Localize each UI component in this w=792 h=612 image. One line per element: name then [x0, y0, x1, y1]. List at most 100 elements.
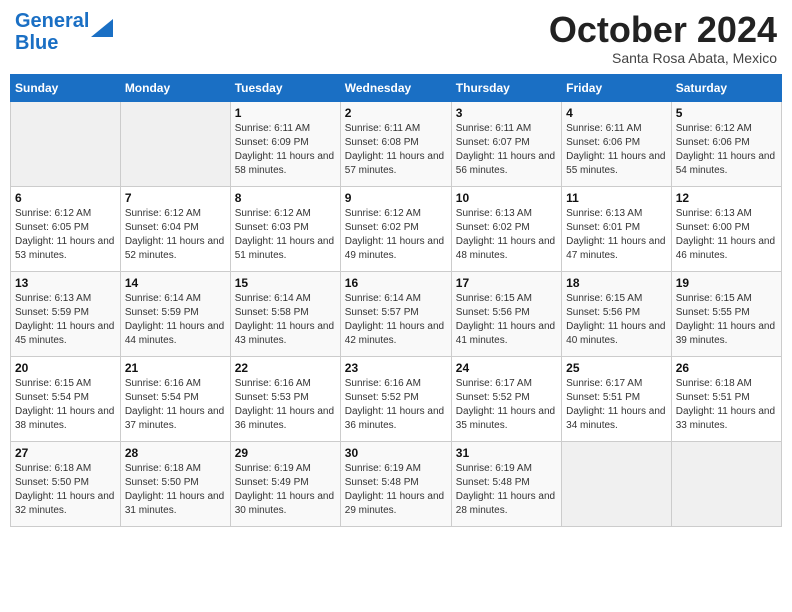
- header-row: SundayMondayTuesdayWednesdayThursdayFrid…: [11, 74, 782, 101]
- day-number: 16: [345, 276, 447, 290]
- day-info: Sunrise: 6:19 AM Sunset: 5:49 PM Dayligh…: [235, 462, 336, 518]
- day-info: Sunrise: 6:12 AM Sunset: 6:02 PM Dayligh…: [345, 207, 447, 263]
- day-number: 2: [345, 106, 447, 120]
- header-cell-sunday: Sunday: [11, 74, 121, 101]
- day-number: 27: [15, 446, 116, 460]
- day-number: 10: [456, 191, 557, 205]
- day-cell: [671, 441, 781, 526]
- day-number: 29: [235, 446, 336, 460]
- day-number: 11: [566, 191, 667, 205]
- day-cell: 26 Sunrise: 6:18 AM Sunset: 5:51 PM Dayli…: [671, 356, 781, 441]
- day-cell: 18 Sunrise: 6:15 AM Sunset: 5:56 PM Dayli…: [562, 271, 672, 356]
- day-number: 5: [676, 106, 777, 120]
- header-cell-friday: Friday: [562, 74, 672, 101]
- day-number: 7: [125, 191, 226, 205]
- day-info: Sunrise: 6:16 AM Sunset: 5:53 PM Dayligh…: [235, 377, 336, 433]
- subtitle: Santa Rosa Abata, Mexico: [549, 50, 777, 66]
- day-number: 30: [345, 446, 447, 460]
- header-cell-monday: Monday: [120, 74, 230, 101]
- day-cell: 12Sunrise: 6:13 AM Sunset: 6:00 PM Dayli…: [671, 186, 781, 271]
- week-row-2: 6 Sunrise: 6:12 AM Sunset: 6:05 PM Daylig…: [11, 186, 782, 271]
- day-info: Sunrise: 6:18 AM Sunset: 5:51 PM Dayligh…: [676, 377, 777, 433]
- day-cell: 4Sunrise: 6:11 AM Sunset: 6:06 PM Daylig…: [562, 101, 672, 186]
- day-cell: 10Sunrise: 6:13 AM Sunset: 6:02 PM Dayli…: [451, 186, 561, 271]
- day-info: Sunrise: 6:18 AM Sunset: 5:50 PM Dayligh…: [15, 462, 116, 518]
- day-info: Sunrise: 6:14 AM Sunset: 5:58 PM Dayligh…: [235, 292, 336, 348]
- day-info: Sunrise: 6:12 AM Sunset: 6:05 PM Dayligh…: [15, 207, 116, 263]
- day-cell: 19 Sunrise: 6:15 AM Sunset: 5:55 PM Dayli…: [671, 271, 781, 356]
- header-cell-thursday: Thursday: [451, 74, 561, 101]
- day-number: 12: [676, 191, 777, 205]
- day-info: Sunrise: 6:13 AM Sunset: 5:59 PM Dayligh…: [15, 292, 116, 348]
- day-cell: 20 Sunrise: 6:15 AM Sunset: 5:54 PM Dayli…: [11, 356, 121, 441]
- day-cell: 14 Sunrise: 6:14 AM Sunset: 5:59 PM Dayli…: [120, 271, 230, 356]
- day-number: 13: [15, 276, 116, 290]
- day-cell: 15Sunrise: 6:14 AM Sunset: 5:58 PM Dayli…: [230, 271, 340, 356]
- day-cell: 30 Sunrise: 6:19 AM Sunset: 5:48 PM Dayli…: [340, 441, 451, 526]
- day-cell: 2Sunrise: 6:11 AM Sunset: 6:08 PM Daylig…: [340, 101, 451, 186]
- day-number: 31: [456, 446, 557, 460]
- logo-text: GeneralBlue: [15, 10, 89, 54]
- day-cell: 3 Sunrise: 6:11 AM Sunset: 6:07 PM Daylig…: [451, 101, 561, 186]
- day-number: 24: [456, 361, 557, 375]
- day-info: Sunrise: 6:14 AM Sunset: 5:57 PM Dayligh…: [345, 292, 447, 348]
- day-number: 18: [566, 276, 667, 290]
- logo: GeneralBlue: [15, 10, 113, 54]
- logo-icon: [91, 19, 113, 37]
- day-cell: 28Sunrise: 6:18 AM Sunset: 5:50 PM Dayli…: [120, 441, 230, 526]
- day-number: 9: [345, 191, 447, 205]
- day-cell: 29 Sunrise: 6:19 AM Sunset: 5:49 PM Dayli…: [230, 441, 340, 526]
- day-info: Sunrise: 6:12 AM Sunset: 6:06 PM Dayligh…: [676, 122, 777, 178]
- day-info: Sunrise: 6:15 AM Sunset: 5:56 PM Dayligh…: [566, 292, 667, 348]
- day-info: Sunrise: 6:12 AM Sunset: 6:03 PM Dayligh…: [235, 207, 336, 263]
- day-info: Sunrise: 6:14 AM Sunset: 5:59 PM Dayligh…: [125, 292, 226, 348]
- day-cell: 5 Sunrise: 6:12 AM Sunset: 6:06 PM Daylig…: [671, 101, 781, 186]
- week-row-5: 27 Sunrise: 6:18 AM Sunset: 5:50 PM Dayli…: [11, 441, 782, 526]
- day-info: Sunrise: 6:11 AM Sunset: 6:09 PM Dayligh…: [235, 122, 336, 178]
- day-info: Sunrise: 6:12 AM Sunset: 6:04 PM Dayligh…: [125, 207, 226, 263]
- day-number: 26: [676, 361, 777, 375]
- day-number: 23: [345, 361, 447, 375]
- calendar-table: SundayMondayTuesdayWednesdayThursdayFrid…: [10, 74, 782, 527]
- day-number: 14: [125, 276, 226, 290]
- day-info: Sunrise: 6:11 AM Sunset: 6:07 PM Dayligh…: [456, 122, 557, 178]
- day-info: Sunrise: 6:15 AM Sunset: 5:54 PM Dayligh…: [15, 377, 116, 433]
- day-cell: 22 Sunrise: 6:16 AM Sunset: 5:53 PM Dayli…: [230, 356, 340, 441]
- day-cell: [562, 441, 672, 526]
- day-cell: 25Sunrise: 6:17 AM Sunset: 5:51 PM Dayli…: [562, 356, 672, 441]
- day-number: 1: [235, 106, 336, 120]
- day-cell: 21 Sunrise: 6:16 AM Sunset: 5:54 PM Dayli…: [120, 356, 230, 441]
- day-cell: 13 Sunrise: 6:13 AM Sunset: 5:59 PM Dayli…: [11, 271, 121, 356]
- day-cell: 31 Sunrise: 6:19 AM Sunset: 5:48 PM Dayli…: [451, 441, 561, 526]
- day-cell: 7 Sunrise: 6:12 AM Sunset: 6:04 PM Daylig…: [120, 186, 230, 271]
- day-info: Sunrise: 6:19 AM Sunset: 5:48 PM Dayligh…: [345, 462, 447, 518]
- day-info: Sunrise: 6:17 AM Sunset: 5:51 PM Dayligh…: [566, 377, 667, 433]
- day-info: Sunrise: 6:19 AM Sunset: 5:48 PM Dayligh…: [456, 462, 557, 518]
- day-cell: 16 Sunrise: 6:14 AM Sunset: 5:57 PM Dayli…: [340, 271, 451, 356]
- day-info: Sunrise: 6:15 AM Sunset: 5:55 PM Dayligh…: [676, 292, 777, 348]
- day-number: 8: [235, 191, 336, 205]
- day-cell: [120, 101, 230, 186]
- day-number: 17: [456, 276, 557, 290]
- week-row-3: 13 Sunrise: 6:13 AM Sunset: 5:59 PM Dayli…: [11, 271, 782, 356]
- day-number: 3: [456, 106, 557, 120]
- day-number: 20: [15, 361, 116, 375]
- day-info: Sunrise: 6:15 AM Sunset: 5:56 PM Dayligh…: [456, 292, 557, 348]
- calendar-header: SundayMondayTuesdayWednesdayThursdayFrid…: [11, 74, 782, 101]
- day-number: 6: [15, 191, 116, 205]
- day-cell: 27 Sunrise: 6:18 AM Sunset: 5:50 PM Dayli…: [11, 441, 121, 526]
- day-cell: 24Sunrise: 6:17 AM Sunset: 5:52 PM Dayli…: [451, 356, 561, 441]
- day-info: Sunrise: 6:16 AM Sunset: 5:54 PM Dayligh…: [125, 377, 226, 433]
- day-number: 19: [676, 276, 777, 290]
- day-cell: 6 Sunrise: 6:12 AM Sunset: 6:05 PM Daylig…: [11, 186, 121, 271]
- day-cell: 9 Sunrise: 6:12 AM Sunset: 6:02 PM Daylig…: [340, 186, 451, 271]
- day-cell: 23 Sunrise: 6:16 AM Sunset: 5:52 PM Dayli…: [340, 356, 451, 441]
- day-number: 21: [125, 361, 226, 375]
- day-number: 22: [235, 361, 336, 375]
- week-row-1: 1 Sunrise: 6:11 AM Sunset: 6:09 PM Daylig…: [11, 101, 782, 186]
- day-cell: [11, 101, 121, 186]
- day-info: Sunrise: 6:18 AM Sunset: 5:50 PM Dayligh…: [125, 462, 226, 518]
- day-cell: 17 Sunrise: 6:15 AM Sunset: 5:56 PM Dayli…: [451, 271, 561, 356]
- day-info: Sunrise: 6:16 AM Sunset: 5:52 PM Dayligh…: [345, 377, 447, 433]
- day-cell: 11Sunrise: 6:13 AM Sunset: 6:01 PM Dayli…: [562, 186, 672, 271]
